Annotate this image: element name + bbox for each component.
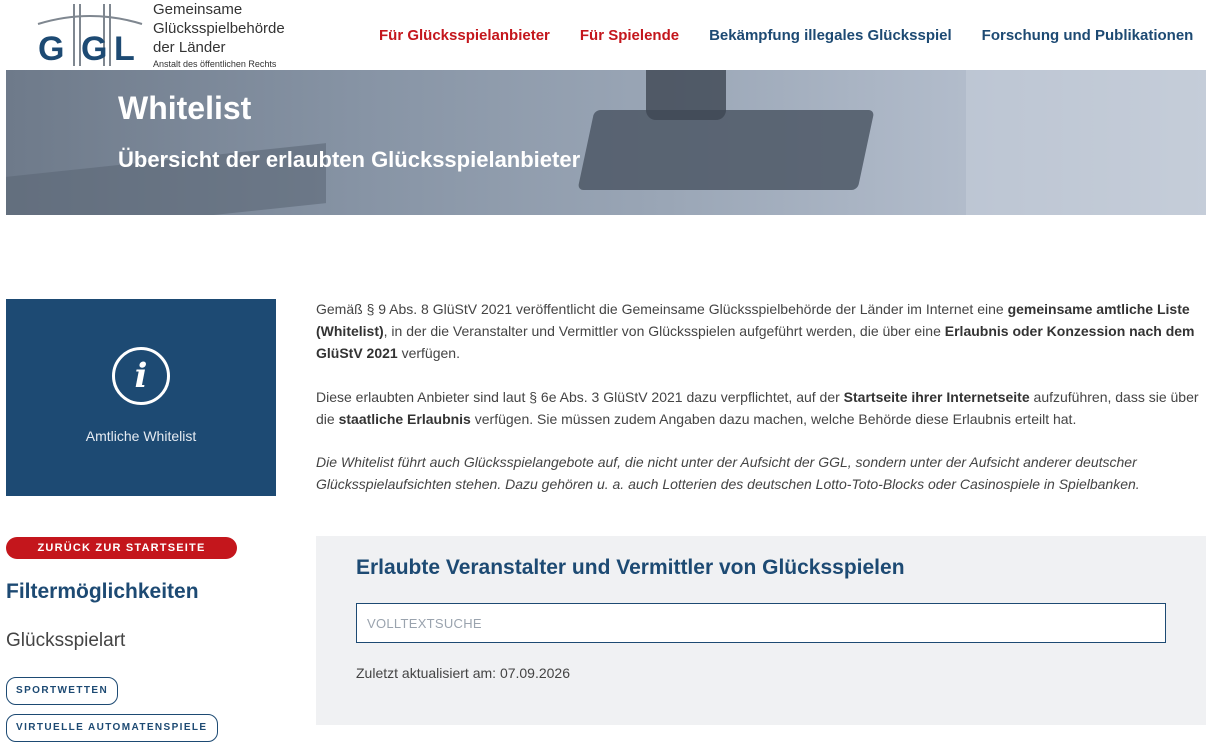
- text-span: verfügen.: [397, 345, 460, 361]
- text-bold: staatliche Erlaubnis: [338, 411, 471, 427]
- filter-subheading: Glücksspielart: [6, 630, 126, 651]
- search-panel-title: Erlaubte Veranstalter und Vermittler von…: [356, 556, 905, 579]
- page-subtitle: Übersicht der erlaubten Glücksspielanbie…: [118, 147, 581, 172]
- nav-item-bekaempfung[interactable]: Bekämpfung illegales Glücksspiel: [709, 27, 952, 44]
- nav-item-forschung[interactable]: Forschung und Publikationen: [982, 27, 1194, 44]
- text-span: , in der die Veranstalter und Vermittler…: [383, 323, 945, 339]
- hero-image-shape: [966, 70, 1206, 215]
- filter-heading: Filtermöglichkeiten: [6, 580, 199, 603]
- filter-sportwetten-button[interactable]: SPORTWETTEN: [6, 677, 119, 705]
- hero-image-shape: [646, 70, 726, 120]
- info-icon: i: [112, 347, 170, 405]
- hero-banner: Whitelist Übersicht der erlaubten Glücks…: [6, 70, 1206, 215]
- text-span: Gemäß § 9 Abs. 8 GlüStV 2021 veröffentli…: [316, 301, 1008, 317]
- logo-tagline: Anstalt des öffentlichen Rechts: [153, 59, 277, 69]
- note-paragraph: Die Whitelist führt auch Glücksspielange…: [316, 454, 1140, 492]
- search-panel: Erlaubte Veranstalter und Vermittler von…: [316, 536, 1206, 725]
- logo-line: Gemeinsame: [153, 1, 243, 18]
- text-span: verfügen. Sie müssen zudem Angaben dazu …: [470, 411, 1077, 427]
- filter-virtuelle-automatenspiele-button[interactable]: VIRTUELLE AUTOMATENSPIELE: [6, 714, 218, 742]
- fulltext-search-input[interactable]: [356, 603, 1166, 643]
- text-span: Diese erlaubten Anbieter sind laut § 6e …: [316, 389, 844, 405]
- nav-item-spielende[interactable]: Für Spielende: [580, 27, 679, 44]
- ggl-logo-mark: G G L: [37, 4, 143, 68]
- logo-text: Gemeinsame Glücksspielbehörde der Länder…: [153, 0, 285, 70]
- back-to-home-button[interactable]: ZURÜCK ZUR STARTSEITE: [6, 537, 237, 559]
- nav-item-anbieter[interactable]: Für Glücksspielanbieter: [379, 27, 550, 44]
- last-updated-text: Zuletzt aktualisiert am: 07.09.2026: [356, 665, 571, 681]
- logo-line: Glücksspielbehörde: [153, 20, 285, 37]
- main-nav: Für Glücksspielanbieter Für Spielende Be…: [364, 0, 1193, 70]
- logo-line: der Länder: [153, 39, 226, 56]
- text-bold: Startseite ihrer Internetseite: [843, 389, 1030, 405]
- logo-letter: G: [38, 30, 64, 68]
- intro-paragraph: Gemäß § 9 Abs. 8 GlüStV 2021 veröffentli…: [316, 298, 1206, 364]
- info-box-label: Amtliche Whitelist: [85, 428, 197, 444]
- hero-image-shape: [577, 110, 875, 190]
- ggl-logo[interactable]: G G L Gemeinsame Glücksspielbehörde der …: [30, 0, 308, 70]
- obligation-paragraph: Diese erlaubten Anbieter sind laut § 6e …: [316, 386, 1206, 430]
- whitelist-info-box[interactable]: i Amtliche Whitelist: [6, 299, 276, 496]
- page-title: Whitelist: [118, 90, 252, 126]
- logo-letter: G: [81, 30, 107, 68]
- logo-letter: L: [114, 30, 135, 68]
